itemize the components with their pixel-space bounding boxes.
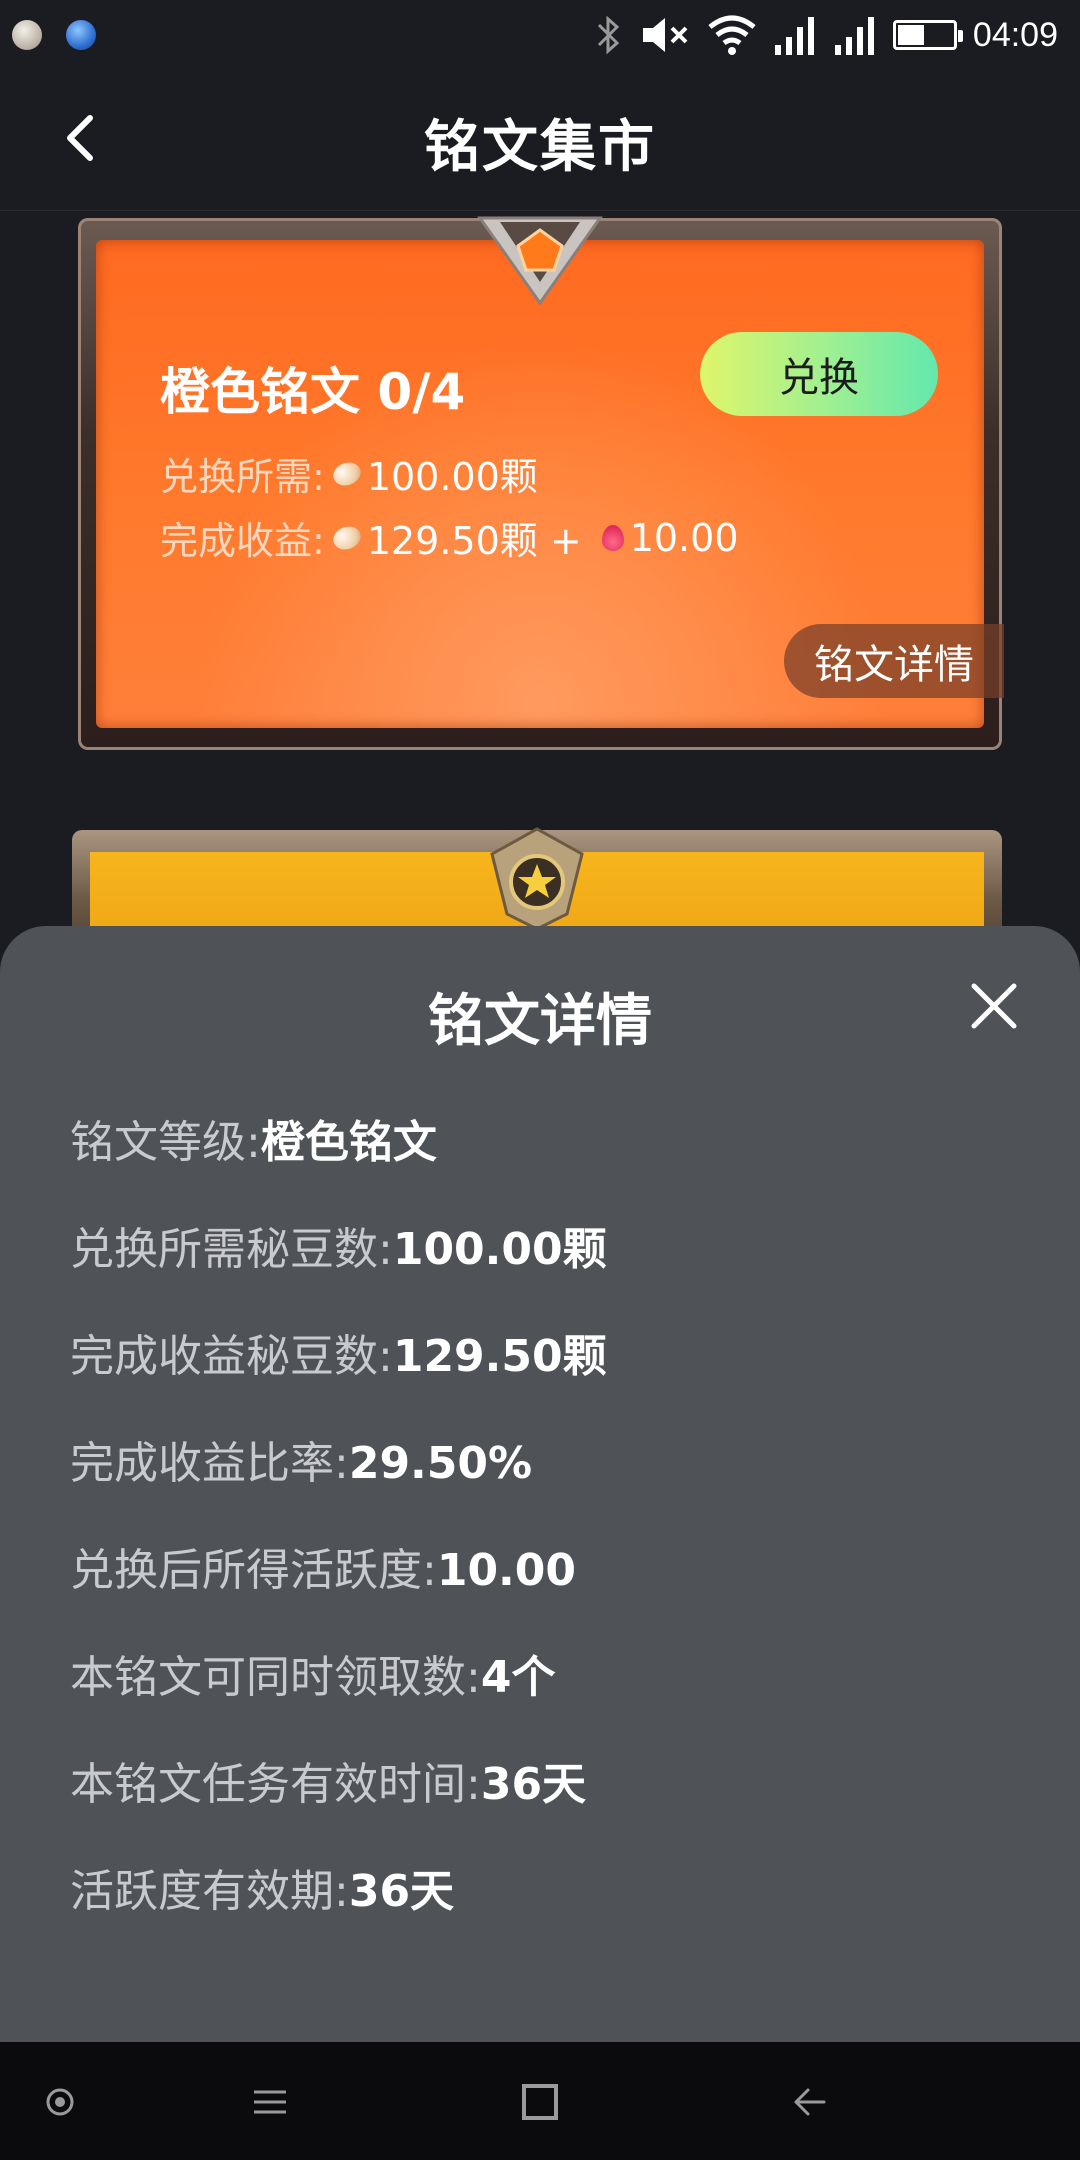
- detail-row-task-validity: 本铭文任务有效时间:36天: [70, 1748, 586, 1812]
- reward-value: 129.50颗 +: [366, 519, 582, 563]
- row-label: 完成收益比率:: [70, 1438, 349, 1489]
- reward-line: 完成收益: 129.50颗 + 10.00: [160, 510, 739, 565]
- row-value: 橙色铭文: [260, 1117, 437, 1168]
- home-square-icon[interactable]: [510, 2072, 570, 2132]
- detail-row-level: 铭文等级:橙色铭文: [70, 1106, 437, 1170]
- row-label: 兑换后所得活跃度:: [70, 1545, 437, 1596]
- battery-icon: [892, 20, 963, 50]
- sheet-title: 铭文详情: [428, 989, 652, 1054]
- card-title: 橙色铭文 0/4: [160, 363, 466, 421]
- signal-icon-1: [774, 17, 814, 55]
- menu-icon[interactable]: [240, 2072, 300, 2132]
- notification-app-icon: [12, 20, 42, 50]
- notification-app-icon-blue: [66, 20, 96, 50]
- signal-icon-2: [834, 17, 874, 55]
- detail-row-activity-validity: 活跃度有效期:36天: [70, 1855, 454, 1919]
- wifi-icon: [708, 15, 756, 55]
- row-value: 29.50%: [348, 1438, 533, 1489]
- reward-activity: 10.00: [629, 515, 739, 560]
- detail-row-cost: 兑换所需秘豆数:100.00颗: [70, 1213, 607, 1277]
- cost-label: 兑换所需:: [160, 455, 325, 499]
- detail-row-claim-count: 本铭文可同时领取数:4个: [70, 1641, 555, 1705]
- row-value: 4个: [480, 1652, 556, 1703]
- inscription-detail-sheet: 铭文详情 铭文等级:橙色铭文 兑换所需秘豆数:100.00颗 完成收益秘豆数:1…: [0, 926, 1080, 2042]
- row-label: 活跃度有效期:: [70, 1866, 349, 1917]
- row-value: 100.00颗: [392, 1224, 607, 1275]
- row-value: 129.50颗: [392, 1331, 607, 1382]
- clock: 04:09: [972, 15, 1058, 54]
- row-value: 36天: [480, 1759, 587, 1810]
- detail-row-activity: 兑换后所得活跃度:10.00: [70, 1534, 576, 1598]
- row-label: 兑换所需秘豆数:: [70, 1224, 393, 1275]
- status-bar: 04:09: [0, 0, 1080, 70]
- orange-gem-crest-icon: [477, 216, 603, 306]
- row-value: 36天: [348, 1866, 455, 1917]
- page-title: 铭文集市: [424, 115, 656, 180]
- detail-row-rate: 完成收益比率:29.50%: [70, 1427, 532, 1491]
- cost-line: 兑换所需: 100.00颗: [160, 446, 538, 501]
- bean-icon: [329, 522, 364, 553]
- inscription-detail-tab[interactable]: 铭文详情: [784, 624, 1004, 698]
- back-nav-icon[interactable]: [780, 2072, 840, 2132]
- bean-icon: [329, 458, 364, 489]
- close-icon[interactable]: [964, 976, 1024, 1036]
- row-label: 铭文等级:: [70, 1117, 261, 1168]
- row-value: 10.00: [436, 1545, 577, 1596]
- record-icon[interactable]: [30, 2072, 90, 2132]
- row-label: 完成收益秘豆数:: [70, 1331, 393, 1382]
- detail-row-reward: 完成收益秘豆数:129.50颗: [70, 1320, 607, 1384]
- title-bar: 铭文集市: [0, 70, 1080, 211]
- row-label: 本铭文可同时领取数:: [70, 1652, 481, 1703]
- mute-icon: [642, 18, 688, 52]
- bluetooth-icon: [597, 15, 620, 55]
- row-label: 本铭文任务有效时间:: [70, 1759, 481, 1810]
- activity-drop-icon: [601, 524, 624, 551]
- system-nav-bar: [0, 2042, 1080, 2160]
- cost-value: 100.00颗: [366, 455, 538, 499]
- exchange-button[interactable]: 兑换: [700, 332, 938, 416]
- gold-star-crest-icon: [490, 827, 584, 931]
- reward-label: 完成收益:: [160, 519, 325, 563]
